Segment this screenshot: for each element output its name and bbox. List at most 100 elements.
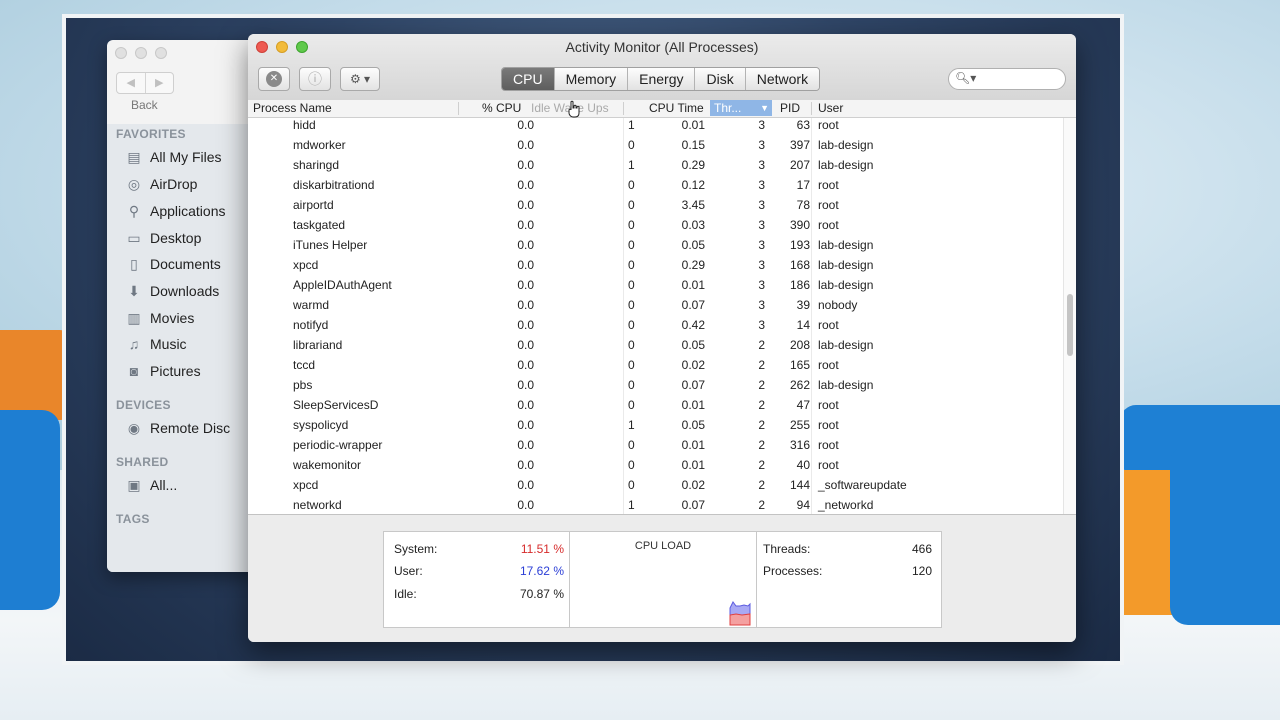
table-row[interactable]: wakemonitor 0.0 0 0.01 2 40 root bbox=[248, 455, 1063, 475]
table-row[interactable]: xpcd 0.0 0 0.02 2 144 _softwareupdate bbox=[248, 475, 1063, 495]
sidebar-item-music[interactable]: ♫ Music bbox=[125, 335, 187, 353]
sidebar-item-downloads[interactable]: ⬇ Downloads bbox=[125, 282, 219, 300]
cell-idle: 1 bbox=[628, 418, 635, 432]
cell-name: taskgated bbox=[293, 218, 346, 232]
finder-close-button[interactable] bbox=[115, 47, 127, 59]
table-row[interactable]: diskarbitrationd 0.0 0 0.12 3 17 root bbox=[248, 175, 1063, 195]
table-row[interactable]: SleepServicesD 0.0 0 0.01 2 47 root bbox=[248, 395, 1063, 415]
cell-name: notifyd bbox=[293, 318, 329, 332]
stop-icon: ✕ bbox=[266, 71, 282, 87]
cell-pid: 47 bbox=[796, 398, 810, 412]
search-icon: 🔍︎▾ bbox=[955, 71, 977, 85]
gear-menu-button[interactable]: ⚙ ▾ bbox=[340, 67, 380, 91]
cell-idle: 0 bbox=[628, 278, 635, 292]
table-row[interactable]: notifyd 0.0 0 0.42 3 14 root bbox=[248, 315, 1063, 335]
cell-name: xpcd bbox=[293, 258, 319, 272]
sidebar-item-shared-all[interactable]: ▣ All... bbox=[125, 476, 177, 494]
finder-forward-button[interactable]: ▶ bbox=[146, 73, 174, 93]
finder-zoom-button[interactable] bbox=[155, 47, 167, 59]
sidebar-item-label: Documents bbox=[150, 256, 221, 272]
cell-user: root bbox=[818, 418, 839, 432]
table-row[interactable]: AppleIDAuthAgent 0.0 0 0.01 3 186 lab-design bbox=[248, 275, 1063, 295]
airdrop-icon: ◎ bbox=[127, 175, 141, 192]
table-row[interactable]: syspolicyd 0.0 1 0.05 2 255 root bbox=[248, 415, 1063, 435]
column-header-pid[interactable]: PID bbox=[780, 101, 800, 115]
column-divider bbox=[811, 102, 812, 115]
table-row[interactable]: iTunes Helper 0.0 0 0.05 3 193 lab-design bbox=[248, 235, 1063, 255]
cell-threads: 3 bbox=[758, 298, 765, 312]
pictures-icon: ◙ bbox=[129, 363, 139, 379]
cell-cpu: 0.0 bbox=[517, 358, 534, 372]
sidebar-item-label: Desktop bbox=[150, 230, 202, 246]
tab-cpu[interactable]: CPU bbox=[502, 68, 554, 90]
search-field[interactable]: 🔍︎▾ bbox=[948, 68, 1066, 90]
cell-time: 0.01 bbox=[681, 438, 705, 452]
cell-name: warmd bbox=[293, 298, 330, 312]
cell-user: root bbox=[818, 178, 839, 192]
sidebar-item-label: Movies bbox=[150, 310, 195, 326]
column-header-cpu-time[interactable]: CPU Time bbox=[649, 101, 704, 115]
table-row[interactable]: hidd 0.0 1 0.01 3 63 root bbox=[248, 118, 1063, 135]
system-label: System: bbox=[394, 542, 438, 556]
table-row[interactable]: xpcd 0.0 0 0.29 3 168 lab-design bbox=[248, 255, 1063, 275]
cell-pid: 63 bbox=[796, 118, 810, 132]
scrollbar-thumb[interactable] bbox=[1067, 294, 1073, 356]
cell-name: xpcd bbox=[293, 478, 319, 492]
column-header-threads[interactable]: Thr... ▼ bbox=[710, 100, 772, 116]
cell-idle: 0 bbox=[628, 318, 635, 332]
cell-time: 3.45 bbox=[681, 198, 705, 212]
sidebar-item-desktop[interactable]: ▭ Desktop bbox=[125, 229, 201, 247]
processes-label: Processes: bbox=[763, 564, 823, 578]
tab-disk[interactable]: Disk bbox=[694, 68, 745, 90]
cell-name: airportd bbox=[293, 198, 334, 212]
gear-icon: ⚙ ▾ bbox=[349, 72, 371, 86]
table-row[interactable]: sharingd 0.0 1 0.29 3 207 lab-design bbox=[248, 155, 1063, 175]
cell-cpu: 0.0 bbox=[517, 218, 534, 232]
cell-cpu: 0.0 bbox=[517, 418, 534, 432]
quit-process-button[interactable]: ✕ bbox=[258, 67, 290, 91]
sidebar-item-pictures[interactable]: ◙ Pictures bbox=[125, 362, 201, 380]
sidebar-item-applications[interactable]: ⚲ Applications bbox=[125, 202, 226, 220]
tab-energy[interactable]: Energy bbox=[627, 68, 695, 90]
tab-network[interactable]: Network bbox=[744, 68, 820, 90]
cell-name: diskarbitrationd bbox=[293, 178, 375, 192]
table-row[interactable]: librariand 0.0 0 0.05 2 208 lab-design bbox=[248, 335, 1063, 355]
cell-pid: 14 bbox=[796, 318, 810, 332]
table-row[interactable]: networkd 0.0 1 0.07 2 94 _networkd bbox=[248, 495, 1063, 514]
panel-divider bbox=[756, 532, 757, 627]
table-row[interactable]: warmd 0.0 0 0.07 3 39 nobody bbox=[248, 295, 1063, 315]
table-row[interactable]: tccd 0.0 0 0.02 2 165 root bbox=[248, 355, 1063, 375]
inspect-process-button[interactable]: ⓘ bbox=[299, 67, 331, 91]
table-row[interactable]: periodic-wrapper 0.0 0 0.01 2 316 root bbox=[248, 435, 1063, 455]
table-row[interactable]: taskgated 0.0 0 0.03 3 390 root bbox=[248, 215, 1063, 235]
table-row[interactable]: mdworker 0.0 0 0.15 3 397 lab-design bbox=[248, 135, 1063, 155]
cell-user: lab-design bbox=[818, 378, 874, 392]
sidebar-item-documents[interactable]: ▯ Documents bbox=[125, 255, 221, 273]
cell-cpu: 0.0 bbox=[517, 338, 534, 352]
table-row[interactable]: pbs 0.0 0 0.07 2 262 lab-design bbox=[248, 375, 1063, 395]
background-chair-left bbox=[0, 330, 70, 420]
column-header-cpu[interactable]: % CPU bbox=[482, 101, 521, 115]
column-header-user[interactable]: User bbox=[818, 101, 843, 115]
cell-idle: 0 bbox=[628, 298, 635, 312]
background-chair-left-seat bbox=[0, 410, 60, 610]
finder-back-button[interactable]: ◀ bbox=[117, 73, 146, 93]
column-header-process-name[interactable]: Process Name bbox=[253, 101, 332, 115]
cpu-stats-box: System: 11.51 % User: 17.62 % Idle: 70.8… bbox=[383, 531, 942, 628]
vertical-scrollbar[interactable] bbox=[1063, 118, 1076, 514]
sidebar-item-label: All... bbox=[150, 477, 178, 493]
sidebar-item-all-my-files[interactable]: ▤ All My Files bbox=[125, 148, 221, 166]
finder-sidebar: FAVORITES ▤ All My Files ◎ AirDrop ⚲ App… bbox=[107, 124, 267, 572]
user-value: 17.62 % bbox=[519, 564, 564, 578]
sidebar-item-movies[interactable]: ▥ Movies bbox=[125, 309, 194, 327]
cell-threads: 3 bbox=[758, 138, 765, 152]
sidebar-item-remote-disc[interactable]: ◉ Remote Disc bbox=[125, 419, 230, 437]
cell-threads: 2 bbox=[758, 398, 765, 412]
finder-minimize-button[interactable] bbox=[135, 47, 147, 59]
sidebar-item-airdrop[interactable]: ◎ AirDrop bbox=[125, 175, 198, 193]
table-row[interactable]: airportd 0.0 0 3.45 3 78 root bbox=[248, 195, 1063, 215]
activity-monitor-window: Activity Monitor (All Processes) ✕ ⓘ ⚙ ▾… bbox=[248, 34, 1076, 642]
tab-memory[interactable]: Memory bbox=[553, 68, 628, 90]
cell-cpu: 0.0 bbox=[517, 198, 534, 212]
cell-name: hidd bbox=[293, 118, 316, 132]
